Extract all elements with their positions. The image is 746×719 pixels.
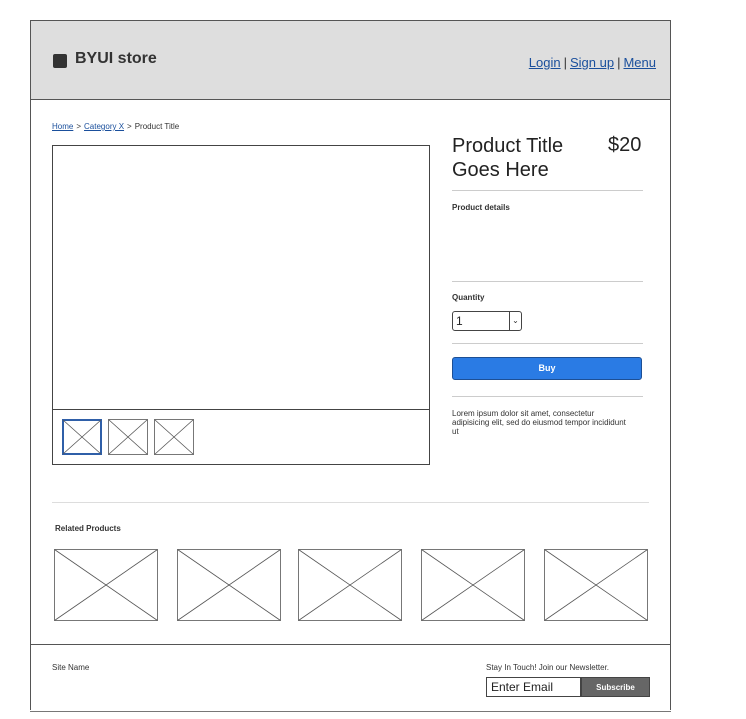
site-header: BYUI store Login | Sign up | Menu xyxy=(31,21,670,100)
page-frame-shadow xyxy=(30,711,671,712)
image-placeholder-icon xyxy=(298,549,402,621)
related-product-5[interactable] xyxy=(544,549,648,621)
email-input[interactable]: Enter Email xyxy=(486,677,581,697)
divider xyxy=(452,190,643,191)
breadcrumb-separator: > xyxy=(127,122,132,131)
related-product-3[interactable] xyxy=(298,549,402,621)
quantity-value: 1 xyxy=(456,314,463,328)
chevron-down-icon[interactable]: ⌄ xyxy=(509,312,521,330)
product-details-label: Product details xyxy=(452,203,510,212)
product-description: Lorem ipsum dolor sit amet, consectetur … xyxy=(452,409,626,436)
nav-separator: | xyxy=(563,55,567,70)
image-placeholder-icon xyxy=(544,549,648,621)
product-price: $20 xyxy=(608,134,642,156)
breadcrumb: Home > Category X > Product Title xyxy=(52,122,179,131)
image-placeholder-icon xyxy=(54,549,158,621)
divider xyxy=(452,343,643,344)
related-product-4[interactable] xyxy=(421,549,525,621)
newsletter-text: Stay In Touch! Join our Newsletter. xyxy=(486,663,610,672)
image-placeholder-icon xyxy=(108,419,148,455)
page-frame: BYUI store Login | Sign up | Menu Home > Categ… xyxy=(30,20,671,710)
square-logo-icon xyxy=(53,54,67,68)
quantity-label: Quantity xyxy=(452,293,485,302)
breadcrumb-home[interactable]: Home xyxy=(52,122,73,131)
section-divider xyxy=(52,502,649,503)
related-product-2[interactable] xyxy=(177,549,281,621)
thumbnail-2[interactable] xyxy=(108,419,148,455)
product-title: Product Title Goes Here xyxy=(452,135,564,181)
site-footer: Site Name Stay In Touch! Join our Newsle… xyxy=(31,644,670,710)
signup-link[interactable]: Sign up xyxy=(570,55,614,70)
nav-separator: | xyxy=(617,55,621,70)
related-product-1[interactable] xyxy=(54,549,158,621)
subscribe-button[interactable]: Subscribe xyxy=(581,677,650,697)
top-nav: Login | Sign up | Menu xyxy=(529,55,656,70)
buy-button[interactable]: Buy xyxy=(452,357,642,380)
product-image-gallery xyxy=(52,145,430,465)
image-placeholder-icon xyxy=(62,419,102,455)
breadcrumb-current: Product Title xyxy=(134,122,180,131)
menu-link[interactable]: Menu xyxy=(623,55,656,70)
footer-site-name: Site Name xyxy=(52,663,90,672)
image-placeholder-icon xyxy=(421,549,525,621)
thumbnail-1[interactable] xyxy=(62,419,102,455)
main-product-image[interactable] xyxy=(53,146,429,410)
brand-name[interactable]: BYUI store xyxy=(75,50,157,68)
quantity-select[interactable]: 1 ⌄ xyxy=(452,311,522,331)
image-placeholder-icon xyxy=(177,549,281,621)
login-link[interactable]: Login xyxy=(529,55,561,70)
divider xyxy=(452,396,643,397)
image-placeholder-icon xyxy=(154,419,194,455)
breadcrumb-category[interactable]: Category X xyxy=(84,122,124,131)
thumbnail-3[interactable] xyxy=(154,419,194,455)
breadcrumb-separator: > xyxy=(76,122,82,131)
related-products-label: Related Products xyxy=(55,524,121,533)
divider xyxy=(452,281,643,282)
